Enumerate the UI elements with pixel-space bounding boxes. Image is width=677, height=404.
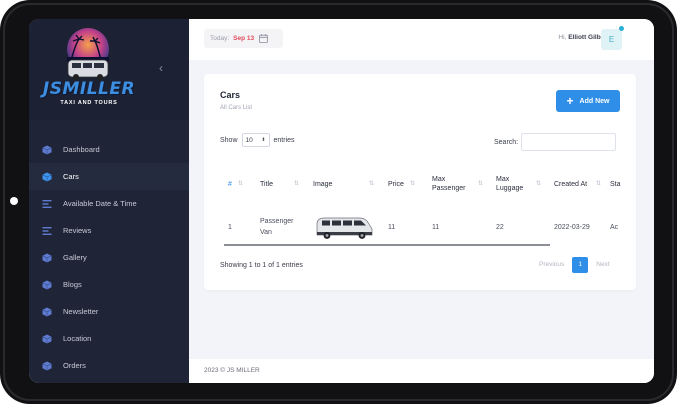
- page-1-button[interactable]: 1: [572, 257, 589, 273]
- logo-tagline: TAXI AND TOURS: [60, 100, 118, 106]
- page-title: Cars: [220, 90, 241, 100]
- sort-icon: ⇅: [596, 180, 602, 187]
- list-icon: [42, 226, 52, 235]
- avatar[interactable]: E: [601, 29, 622, 50]
- greeting-prefix: Hi,: [558, 34, 567, 41]
- cell-max-luggage: 22: [496, 223, 504, 231]
- sidebar-item-dashboard[interactable]: Dashboard: [29, 136, 189, 163]
- logo-title: JSMILLER: [42, 79, 136, 99]
- sidebar-item-label: Location: [63, 334, 92, 343]
- sort-icon: ⇅: [238, 180, 244, 187]
- entries-length-control: Show 10 ⬍ entries: [220, 133, 295, 147]
- column-header-number[interactable]: # ⇅: [228, 170, 243, 198]
- calendar-icon: [259, 34, 269, 43]
- cars-card: Cars All Cars List + Add New Show 10 ⬍ e…: [204, 74, 636, 290]
- search-input[interactable]: [521, 133, 617, 151]
- cell-max-passenger: 11: [432, 223, 440, 231]
- column-header-image[interactable]: Image ⇅: [313, 170, 374, 198]
- next-page-button[interactable]: Next: [591, 257, 614, 273]
- sort-icon: ⇅: [410, 180, 416, 187]
- sort-icon: ⇅: [478, 180, 484, 187]
- entries-select-value: 10: [245, 136, 253, 144]
- sidebar-item-label: Orders: [63, 361, 86, 370]
- cell-created-at: 2022-03-29: [554, 223, 590, 231]
- pagination: Previous 1 Next: [534, 257, 615, 273]
- footer: 2023 © JS MILLER: [189, 359, 654, 383]
- updown-icon: ⬍: [261, 137, 266, 143]
- previous-page-button[interactable]: Previous: [534, 257, 569, 273]
- date-pill[interactable]: Today: Sep 13: [204, 29, 283, 48]
- sidebar-item-reviews[interactable]: Reviews: [29, 217, 189, 244]
- sidebar-item-cars[interactable]: Cars: [29, 163, 189, 190]
- horizontal-scrollbar[interactable]: [224, 244, 550, 246]
- van-image: [316, 217, 373, 239]
- screen: JSMILLER TAXI AND TOURS ‹ Dashboard Cars…: [29, 19, 654, 383]
- cube-icon: [42, 172, 52, 181]
- sidebar: JSMILLER TAXI AND TOURS ‹ Dashboard Cars…: [29, 19, 189, 383]
- sidebar-item-label: Gallery: [63, 253, 87, 262]
- sidebar-item-label: Blogs: [63, 280, 82, 289]
- sidebar-item-available-date-time[interactable]: Available Date & Time: [29, 190, 189, 217]
- collapse-sidebar-icon[interactable]: ‹: [155, 61, 167, 75]
- sidebar-item-location[interactable]: Location: [29, 325, 189, 352]
- sidebar-item-label: Dashboard: [63, 145, 100, 154]
- online-status-dot: [619, 26, 624, 31]
- sidebar-item-blogs[interactable]: Blogs: [29, 271, 189, 298]
- sidebar-item-label: Newsletter: [63, 307, 99, 316]
- add-new-button[interactable]: + Add New: [556, 90, 620, 112]
- entries-label: entries: [273, 136, 295, 144]
- column-header-price[interactable]: Price ⇅: [388, 170, 415, 198]
- cube-icon: [42, 361, 52, 370]
- page-subtitle: All Cars List: [220, 105, 253, 111]
- cell-status: Ac: [610, 223, 619, 231]
- column-header-title[interactable]: Title ⇅: [260, 170, 299, 198]
- column-header-created-at[interactable]: Created At ⇅: [554, 170, 601, 198]
- table-info: Showing 1 to 1 of 1 entries: [220, 262, 303, 269]
- sort-icon: ⇅: [294, 180, 300, 187]
- sidebar-item-label: Available Date & Time: [63, 199, 137, 208]
- plus-icon: +: [566, 94, 574, 108]
- cell-title: Passenger Van: [260, 218, 294, 236]
- entries-select[interactable]: 10 ⬍: [241, 133, 270, 147]
- topbar: Today: Sep 13 Hi, Elliott Gilbert E: [189, 19, 654, 60]
- column-header-max-luggage[interactable]: Max Luggage ⇅: [496, 170, 541, 198]
- add-new-label: Add New: [579, 97, 610, 105]
- sort-icon: ⇅: [536, 180, 542, 187]
- sidebar-item-orders[interactable]: Orders: [29, 352, 189, 379]
- sidebar-item-label: Cars: [63, 172, 79, 181]
- sidebar-item-newsletter[interactable]: Newsletter: [29, 298, 189, 325]
- cube-icon: [42, 334, 52, 343]
- table-search: Search:: [494, 133, 617, 151]
- sidebar-item-label: Reviews: [63, 226, 92, 235]
- camera-dot: [10, 197, 18, 205]
- show-label: Show: [220, 136, 238, 144]
- column-header-max-passenger[interactable]: Max Passenger ⇅: [432, 170, 483, 198]
- column-header-status[interactable]: Sta: [610, 170, 621, 198]
- list-icon: [42, 199, 52, 208]
- sidebar-nav: Dashboard Cars Available Date & Time Rev…: [29, 136, 189, 379]
- search-label: Search:: [494, 138, 519, 146]
- cube-icon: [42, 145, 52, 154]
- logo-area: JSMILLER TAXI AND TOURS ‹: [29, 19, 189, 120]
- cell-number: 1: [228, 223, 232, 231]
- cube-icon: [42, 307, 52, 316]
- cell-price: 11: [388, 223, 396, 231]
- date-value: Sep 13: [233, 35, 255, 42]
- cube-icon: [42, 280, 52, 289]
- sort-icon: ⇅: [369, 180, 375, 187]
- table-row[interactable]: 1 Passenger Van 11 11 22 2022-03-29 Ac: [220, 207, 636, 247]
- tablet-frame: JSMILLER TAXI AND TOURS ‹ Dashboard Cars…: [0, 0, 677, 404]
- date-label: Today:: [210, 35, 230, 42]
- sidebar-item-gallery[interactable]: Gallery: [29, 244, 189, 271]
- cube-icon: [42, 253, 52, 262]
- table-header: # ⇅ Title ⇅ Image ⇅ Price ⇅ Max Passenge…: [220, 170, 636, 198]
- logo-image: [67, 28, 109, 80]
